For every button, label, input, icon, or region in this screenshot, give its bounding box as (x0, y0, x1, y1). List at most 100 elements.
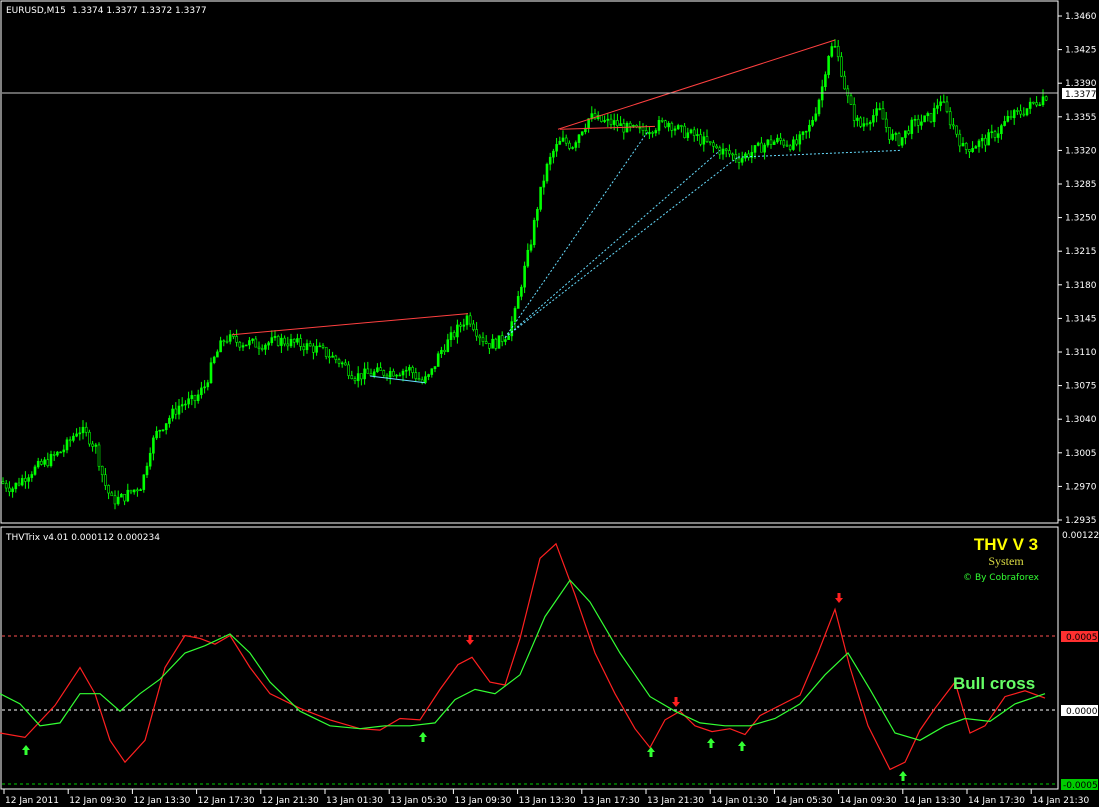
candle-body (648, 132, 651, 135)
candle-body (1006, 115, 1010, 122)
candle-body (936, 105, 939, 109)
buy-arrow-icon (738, 741, 746, 751)
candle-body (11, 488, 14, 493)
candle-body (817, 99, 821, 115)
candle-body (689, 129, 693, 134)
candle-body (660, 120, 664, 122)
candle-body (260, 348, 264, 350)
trend-line (504, 130, 649, 338)
candle-body (760, 142, 763, 153)
time-tick-label: 14 Jan 05:30 (775, 796, 832, 806)
candle-body (59, 451, 62, 454)
candle-body (1003, 121, 1006, 126)
candle-body (52, 454, 56, 456)
buy-arrow-icon (647, 747, 655, 757)
candle-body (619, 123, 622, 127)
candle-body (360, 373, 363, 380)
candle-body (91, 443, 94, 447)
candle-body (849, 95, 853, 105)
candle-body (801, 131, 805, 135)
candles-layer (1, 39, 1048, 510)
candle-body (888, 127, 891, 140)
candle-body (84, 426, 88, 433)
price-tick-label: 1.3075 (1065, 382, 1097, 392)
candle-body (616, 120, 619, 127)
candle-body (347, 364, 350, 376)
candle-body (536, 209, 539, 221)
buy-arrow-icon (707, 738, 715, 748)
candle-body (564, 137, 568, 144)
candle-body (152, 437, 155, 454)
candle-body (865, 123, 869, 125)
candle-body (868, 121, 872, 125)
candle-body (328, 356, 331, 358)
candle-body (398, 374, 402, 377)
candle-body (1028, 101, 1032, 109)
time-tick-label: 14 Jan 09:30 (840, 796, 897, 806)
candle-body (891, 133, 894, 140)
candle-body (62, 449, 66, 453)
candle-body (673, 128, 677, 131)
sell-arrow-icon (835, 593, 843, 603)
candle-body (363, 368, 366, 380)
candle-body (526, 249, 530, 267)
price-tick-label: 1.3425 (1065, 46, 1097, 56)
candle-body (190, 395, 194, 400)
candle-body (753, 145, 757, 153)
price-tick-label: 1.3180 (1065, 281, 1097, 291)
candle-body (344, 362, 347, 366)
candle-body (65, 439, 69, 451)
candle-body (792, 139, 795, 150)
candle-body (366, 368, 370, 374)
candle-body (926, 113, 930, 117)
candle-body (372, 371, 376, 377)
candle-body (811, 120, 814, 126)
candle-body (388, 370, 392, 378)
chart-canvas[interactable]: 1.3460 1.3425 1.3390 1.3355 1.3320 1.3285 1.32… (0, 0, 1099, 807)
candle-body (126, 489, 130, 502)
candle-body (654, 130, 658, 134)
main-panel-border (0, 0, 1059, 524)
candle-body (417, 378, 421, 381)
candle-body (1038, 104, 1042, 107)
candle-body (292, 338, 296, 343)
candle-body (833, 46, 837, 48)
candle-body (315, 345, 318, 353)
candle-body (542, 180, 546, 188)
candle-body (904, 130, 907, 138)
candle-body (465, 315, 469, 326)
candle-body (1, 481, 5, 484)
sell-arrow-icon (672, 697, 680, 707)
brand-title: THV V 3 (974, 535, 1038, 554)
candle-body (856, 117, 859, 121)
candle-body (283, 337, 286, 345)
candle-body (651, 132, 654, 134)
candle-body (577, 134, 581, 143)
candle-body (395, 374, 398, 377)
candle-body (225, 340, 229, 343)
candle-body (670, 122, 674, 131)
candle-body (606, 118, 610, 121)
candle-body (206, 382, 210, 388)
candle-body (350, 375, 354, 379)
candle-body (145, 465, 149, 476)
candle-body (449, 332, 453, 341)
mt4-chart-window: 1.3460 1.3425 1.3390 1.3355 1.3320 1.3285 1.32… (0, 0, 1099, 807)
candle-body (1022, 113, 1026, 116)
candle-body (209, 362, 213, 384)
candle-body (244, 344, 248, 347)
candle-body (257, 346, 261, 349)
candle-body (472, 323, 475, 330)
candle-body (824, 74, 827, 88)
candle-body (171, 408, 174, 419)
candle-body (88, 431, 91, 445)
price-tick-label: 1.3215 (1065, 247, 1097, 257)
indicator-label: THVTrix v4.01 0.000112 0.000234 (5, 533, 160, 543)
candle-body (532, 219, 536, 246)
candle-body (795, 139, 798, 145)
price-tick-label: 1.3040 (1065, 415, 1097, 425)
candle-body (561, 137, 565, 142)
candle-body (913, 118, 917, 121)
candle-body (184, 403, 187, 406)
candle-body (136, 489, 139, 492)
